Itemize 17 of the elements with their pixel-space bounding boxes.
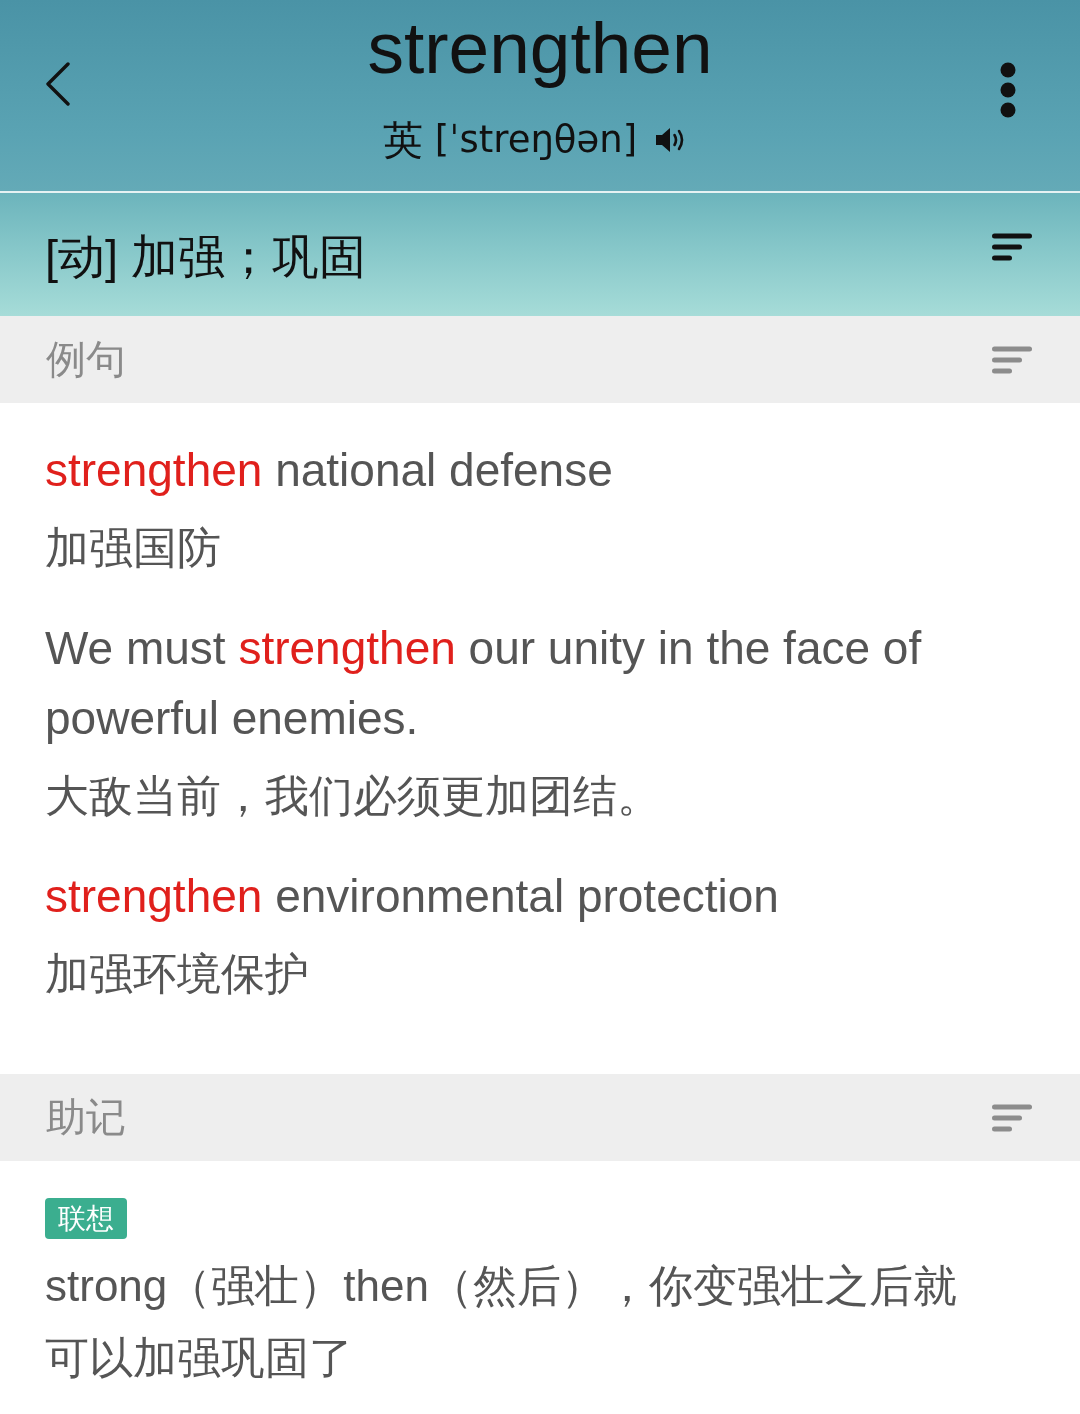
more-icon[interactable]	[1000, 61, 1016, 118]
example-sentence: strengthen national defense	[45, 443, 614, 498]
example-sentence: strengthen environmental protection	[45, 869, 780, 924]
tag-label: 联想	[45, 1198, 127, 1239]
section-title: 例句	[46, 336, 126, 383]
phonetic-text: [ˈstreŋθən]	[434, 117, 638, 163]
example-translation: 加强国防	[45, 522, 222, 574]
definition-text: [动] 加强；巩固	[45, 229, 367, 285]
word-title: strengthen	[367, 6, 713, 90]
example-translation: 大敌当前，我们必须更加团结。	[45, 770, 662, 822]
example-translation: 加强环境保护	[45, 948, 310, 1000]
section-title: 助记	[46, 1094, 126, 1141]
example-sentence: We must strengthen our unity in the face of powerful enemies.	[45, 621, 923, 746]
accent-label: 英	[382, 117, 423, 164]
sort-icon[interactable]	[992, 232, 1032, 261]
mnemonic-text: strong（强壮）then（然后），你变强壮之后就可以加强巩固了	[45, 1260, 958, 1384]
back-icon[interactable]	[45, 61, 71, 106]
